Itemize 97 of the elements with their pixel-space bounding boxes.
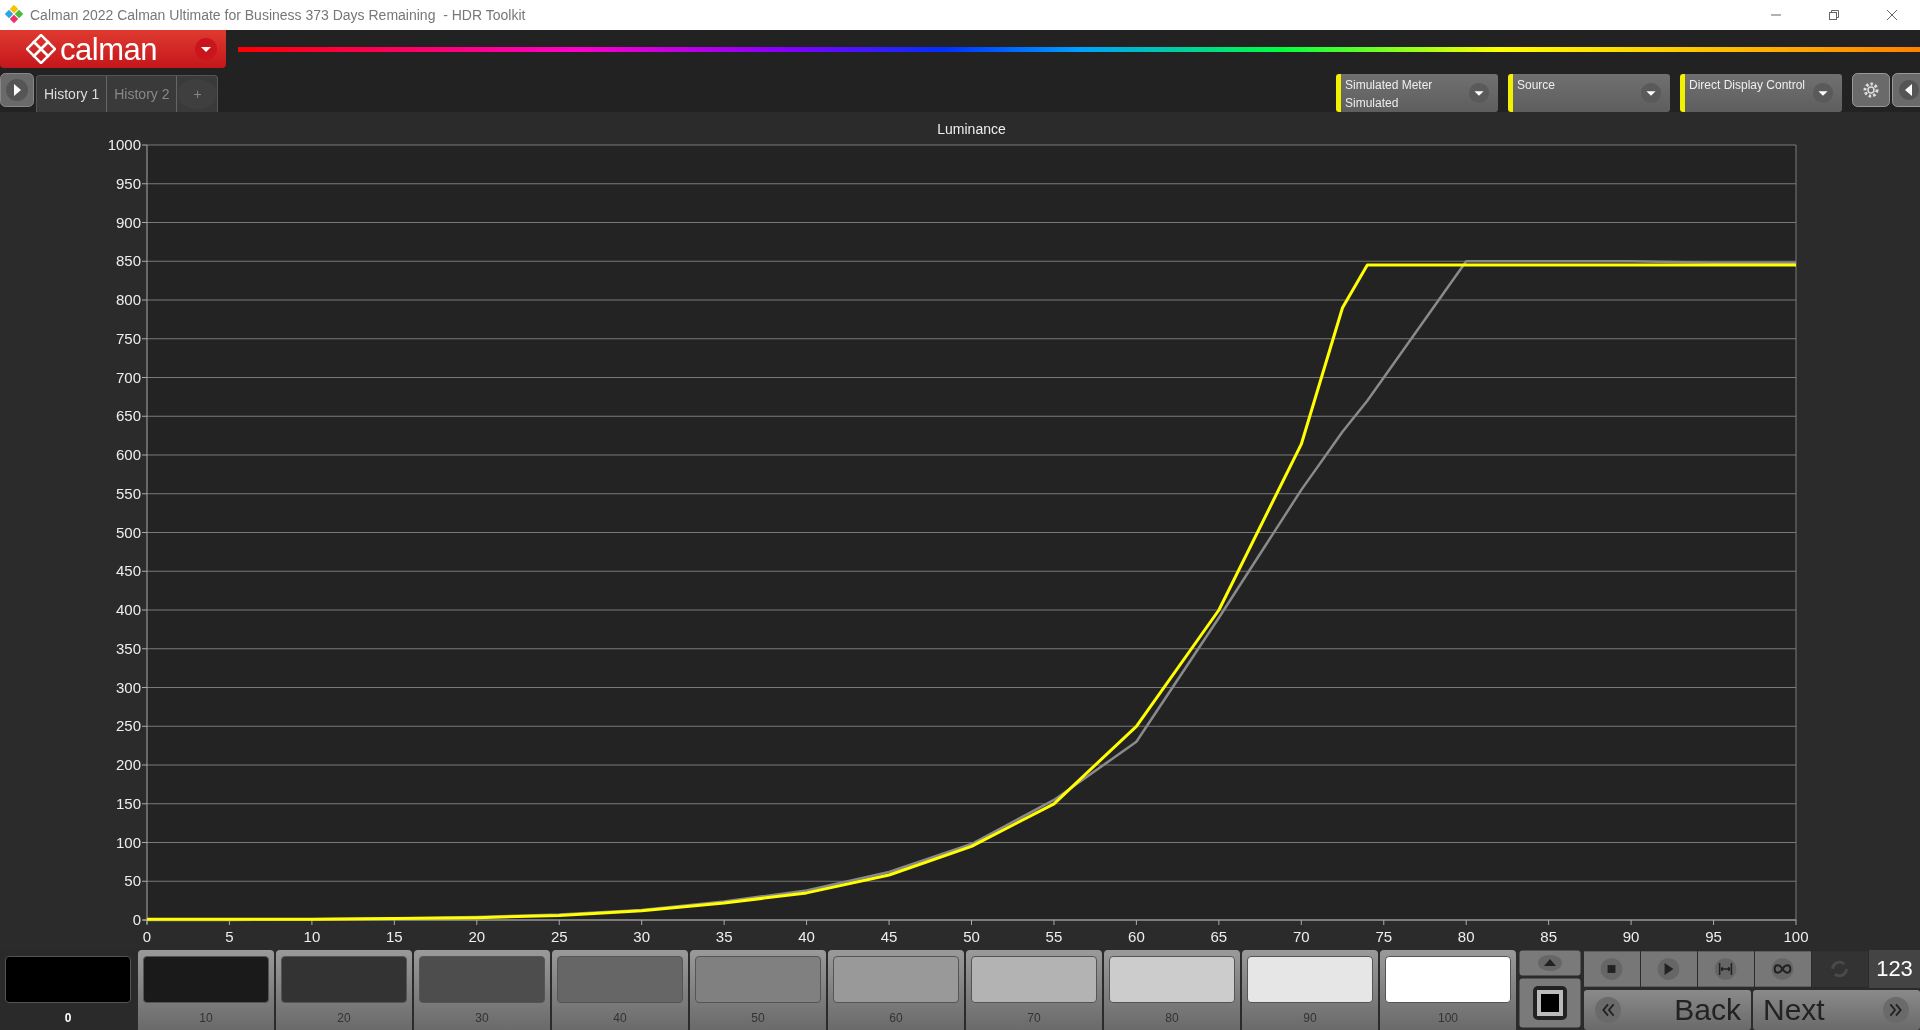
y-tick-label: 400 (115, 601, 141, 618)
settings-icon[interactable] (1852, 73, 1890, 107)
patch-label: 20 (337, 1011, 351, 1025)
diamond-logo-icon (26, 34, 56, 64)
y-tick-label: 800 (115, 291, 141, 308)
patch-label: 100 (1438, 1011, 1458, 1025)
y-tick-label: 350 (115, 639, 141, 657)
caret-icon (1640, 82, 1662, 104)
y-tick-label: 950 (115, 174, 141, 192)
patch-label: 0 (64, 1011, 72, 1025)
device-dropdown[interactable]: Simulated Meter Simulated (1336, 74, 1498, 112)
y-tick-label: 300 (115, 678, 141, 696)
y-tick-label: 100 (115, 833, 141, 851)
dropdown-label: Simulated Meter (1345, 77, 1434, 94)
patch-label: 10 (199, 1011, 213, 1025)
stop-icon[interactable] (1584, 950, 1640, 988)
chart-title: Luminance (937, 121, 1006, 137)
x-tick-label: 40 (798, 928, 815, 945)
back-button[interactable]: Back (1584, 990, 1751, 1030)
x-tick-label: 5 (225, 928, 234, 945)
x-tick-label: 75 (1375, 928, 1393, 945)
x-tick-label: 100 (1783, 928, 1809, 945)
caret-icon (1812, 82, 1834, 104)
dropdown-label: Direct Display Control (1689, 77, 1807, 94)
y-tick-label: 850 (115, 252, 141, 270)
y-tick-label: 600 (115, 446, 141, 463)
y-tick-label: 700 (115, 368, 141, 386)
patch-label: 30 (475, 1011, 489, 1025)
patch-button[interactable]: 20 (276, 950, 412, 1030)
x-tick-label: 10 (303, 928, 321, 945)
y-tick-label: 750 (115, 329, 141, 347)
double-chevron-left-icon (1594, 996, 1622, 1024)
patch-button[interactable]: 100 (1380, 950, 1516, 1030)
logo-button[interactable]: calman (0, 30, 226, 68)
next-button[interactable]: Next (1753, 990, 1920, 1030)
collapse-arrow-icon[interactable] (1892, 73, 1920, 107)
patch-label: 80 (1165, 1011, 1179, 1025)
y-tick-label: 1000 (107, 136, 141, 153)
patch-button[interactable]: 70 (966, 950, 1102, 1030)
x-tick-label: 65 (1210, 928, 1228, 945)
x-tick-label: 80 (1457, 928, 1475, 945)
x-tick-label: 50 (963, 928, 980, 945)
close-icon[interactable] (1886, 9, 1898, 21)
history-tab[interactable]: History 1 (37, 76, 108, 112)
x-tick-label: 90 (1622, 928, 1640, 945)
stop-square-icon[interactable] (1519, 978, 1581, 1028)
y-tick-label: 50 (124, 872, 141, 890)
infinity-icon[interactable] (1755, 950, 1811, 988)
dropdown-label: Source (1517, 77, 1557, 94)
patch-button[interactable]: 10 (138, 950, 274, 1030)
x-tick-label: 60 (1128, 928, 1145, 945)
x-tick-label: 20 (468, 928, 486, 945)
x-tick-label: 0 (142, 928, 152, 945)
dropdown-icon[interactable] (194, 37, 218, 61)
caret-icon (1468, 82, 1490, 104)
y-tick-label: 0 (132, 911, 141, 928)
x-tick-label: 35 (715, 928, 733, 945)
y-tick-label: 450 (115, 562, 141, 580)
patch-label: 40 (613, 1011, 627, 1025)
window-title: Calman 2022 Calman Ultimate for Business 373 Days Remaining - HDR Toolkit (30, 7, 526, 23)
x-tick-label: 45 (880, 928, 898, 945)
logo-text: calman (60, 33, 157, 65)
x-tick-label: 70 (1292, 928, 1310, 945)
patch-label: 70 (1027, 1011, 1041, 1025)
fit-width-icon[interactable] (1698, 950, 1754, 988)
patch-button[interactable]: 90 (1242, 950, 1378, 1030)
double-chevron-right-icon (1882, 996, 1910, 1024)
history-tab[interactable]: History 2 (107, 76, 178, 112)
y-tick-label: 650 (115, 407, 141, 425)
patch-button[interactable]: 40 (552, 950, 688, 1030)
x-tick-label: 15 (386, 928, 403, 945)
device-dropdown[interactable]: Direct Display Control (1680, 74, 1842, 112)
patch-label: 60 (889, 1011, 903, 1025)
x-tick-label: 25 (550, 928, 568, 945)
y-tick-label: 250 (115, 717, 141, 735)
y-tick-label: 500 (115, 523, 141, 541)
x-tick-label: 30 (633, 928, 651, 945)
patch-button[interactable]: 60 (828, 950, 964, 1030)
counter-display: 123 (1869, 950, 1920, 988)
y-tick-label: 550 (115, 484, 141, 502)
x-tick-label: 95 (1705, 928, 1722, 945)
play-icon[interactable] (0, 73, 34, 107)
y-tick-label: 200 (115, 756, 141, 773)
patch-button[interactable]: 30 (414, 950, 550, 1030)
x-tick-label: 85 (1540, 928, 1557, 945)
add-tab-button[interactable]: + (177, 79, 218, 109)
patch-button[interactable]: 80 (1104, 950, 1240, 1030)
patch-label: 90 (1303, 1011, 1317, 1025)
restore-icon[interactable] (1828, 9, 1840, 21)
y-tick-label: 150 (115, 794, 141, 812)
patch-button[interactable]: 50 (690, 950, 826, 1030)
app-logo-icon (4, 5, 24, 25)
device-dropdown[interactable]: Source (1508, 74, 1670, 112)
dropdown-value: Simulated (1345, 95, 1400, 112)
y-tick-label: 900 (115, 213, 141, 231)
patch-label: 50 (751, 1011, 765, 1025)
x-tick-label: 55 (1045, 928, 1063, 945)
